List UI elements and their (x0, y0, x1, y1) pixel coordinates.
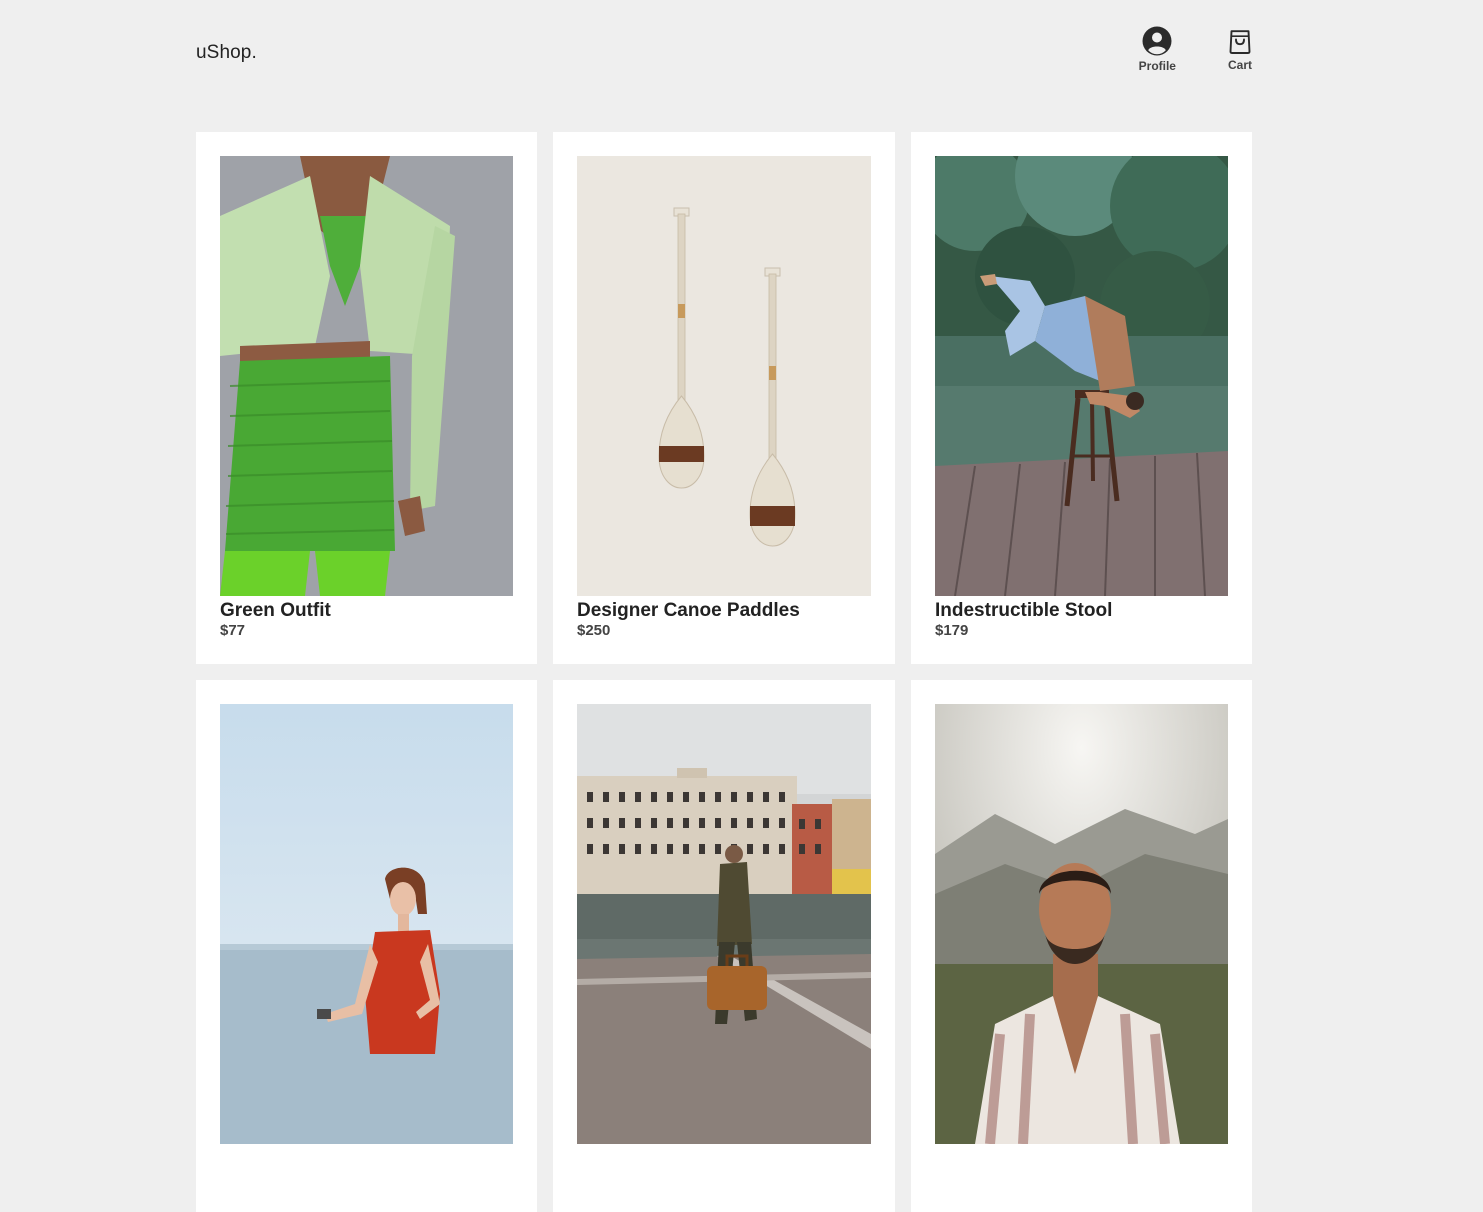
product-name[interactable]: Indestructible Stool (935, 600, 1112, 622)
product-card[interactable]: Green Outfit $77 (196, 132, 537, 664)
product-price: $77 (220, 622, 246, 639)
header-nav: Profile Cart (1139, 26, 1252, 73)
product-card[interactable]: Designer Canoe Paddles $250 (553, 132, 895, 664)
user-circle-icon (1142, 26, 1172, 56)
profile-link[interactable]: Profile (1139, 26, 1176, 73)
product-name[interactable]: Designer Canoe Paddles (577, 600, 800, 622)
shopping-bag-icon (1229, 30, 1251, 54)
green-outfit-photo[interactable] (220, 156, 513, 596)
cart-link[interactable]: Cart (1228, 26, 1252, 72)
site-logo[interactable]: uShop. (196, 42, 257, 64)
product-card[interactable]: Indestructible Stool $179 (911, 132, 1252, 664)
product-card[interactable] (196, 680, 537, 1212)
product-grid: Green Outfit $77 Designer Canoe Paddles (196, 132, 1252, 1212)
product-card[interactable] (553, 680, 895, 1212)
canoe-paddles-photo[interactable] (577, 156, 871, 596)
site-header: uShop. Profile Cart (196, 26, 1252, 82)
product-price: $179 (935, 622, 969, 639)
cart-label: Cart (1227, 58, 1252, 72)
woman-red-dress-sea-photo[interactable] (220, 704, 513, 1144)
stool-photo[interactable] (935, 156, 1228, 596)
man-suitcase-venice-photo[interactable] (577, 704, 871, 1144)
product-price: $250 (577, 622, 611, 639)
product-name[interactable]: Green Outfit (220, 600, 331, 622)
product-card[interactable] (911, 680, 1252, 1212)
man-striped-shirt-portrait-photo[interactable] (935, 704, 1228, 1144)
profile-label: Profile (1138, 59, 1176, 73)
